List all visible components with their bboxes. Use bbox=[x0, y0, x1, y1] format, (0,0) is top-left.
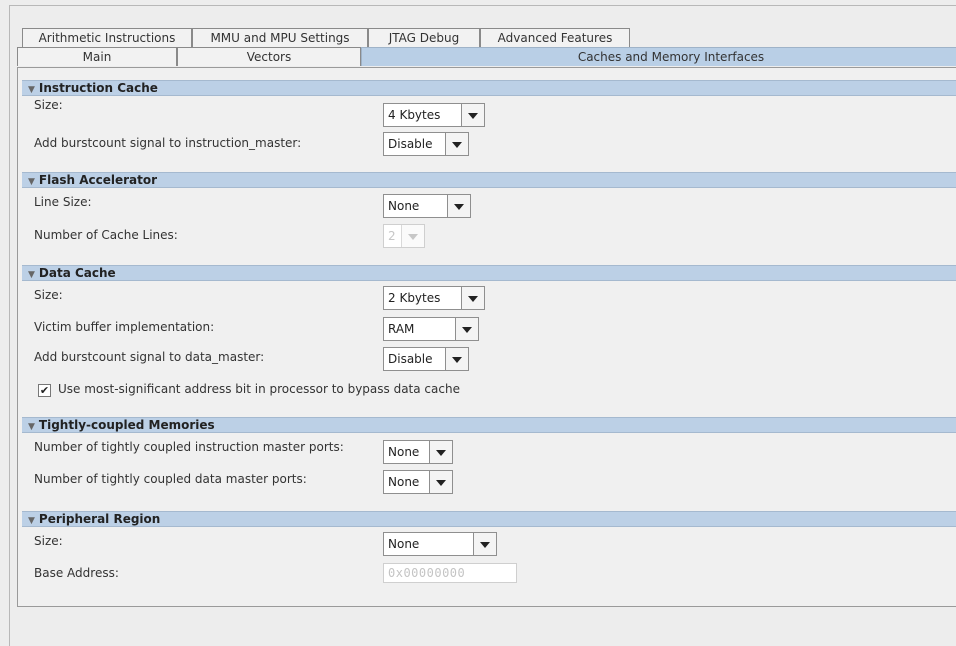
peripheral-base-address-field: 0x00000000 bbox=[383, 563, 517, 583]
collapse-triangle-icon[interactable]: ▼ bbox=[28, 270, 35, 280]
section-title: Instruction Cache bbox=[38, 81, 158, 95]
chevron-down-icon[interactable] bbox=[461, 287, 484, 309]
section-header-peripheral-region[interactable]: ▼ Peripheral Region bbox=[22, 511, 956, 527]
tcm-data-ports-label: Number of tightly coupled data master po… bbox=[34, 472, 307, 486]
select-value: None bbox=[388, 199, 420, 213]
select-value: 2 bbox=[388, 229, 396, 243]
tab-caches-memory-interfaces[interactable]: Caches and Memory Interfaces bbox=[361, 47, 956, 66]
instruction-cache-size-select[interactable]: 4 Kbytes bbox=[383, 103, 485, 127]
chevron-down-icon bbox=[401, 225, 424, 247]
instruction-burstcount-select[interactable]: Disable bbox=[383, 132, 469, 156]
tab-advanced-features[interactable]: Advanced Features bbox=[480, 28, 630, 47]
data-burstcount-select[interactable]: Disable bbox=[383, 347, 469, 371]
select-value: None bbox=[388, 445, 420, 459]
instruction-burstcount-label: Add burstcount signal to instruction_mas… bbox=[34, 136, 302, 150]
tab-arithmetic-instructions[interactable]: Arithmetic Instructions bbox=[22, 28, 192, 47]
flash-line-size-select[interactable]: None bbox=[383, 194, 471, 218]
collapse-triangle-icon[interactable]: ▼ bbox=[28, 85, 35, 95]
bypass-data-cache-label: Use most-significant address bit in proc… bbox=[58, 382, 460, 396]
data-cache-size-select[interactable]: 2 Kbytes bbox=[383, 286, 485, 310]
select-value: RAM bbox=[388, 322, 415, 336]
flash-cache-lines-select: 2 bbox=[383, 224, 425, 248]
section-title: Tightly-coupled Memories bbox=[38, 418, 215, 432]
data-cache-size-label: Size: bbox=[34, 288, 63, 302]
collapse-triangle-icon[interactable]: ▼ bbox=[28, 516, 35, 526]
chevron-down-icon[interactable] bbox=[429, 471, 452, 493]
tcm-instruction-ports-select[interactable]: None bbox=[383, 440, 453, 464]
chevron-down-icon[interactable] bbox=[455, 318, 478, 340]
peripheral-size-select[interactable]: None bbox=[383, 532, 497, 556]
chevron-down-icon[interactable] bbox=[445, 133, 468, 155]
section-header-instruction-cache[interactable]: ▼ Instruction Cache bbox=[22, 80, 956, 96]
section-title: Data Cache bbox=[38, 266, 116, 280]
collapse-triangle-icon[interactable]: ▼ bbox=[28, 422, 35, 432]
tab-jtag-debug[interactable]: JTAG Debug bbox=[368, 28, 480, 47]
peripheral-size-label: Size: bbox=[34, 534, 63, 548]
tcm-data-ports-select[interactable]: None bbox=[383, 470, 453, 494]
data-burstcount-label: Add burstcount signal to data_master: bbox=[34, 350, 265, 364]
chevron-down-icon[interactable] bbox=[445, 348, 468, 370]
section-header-tightly-coupled-memories[interactable]: ▼ Tightly-coupled Memories bbox=[22, 417, 956, 433]
chevron-down-icon[interactable] bbox=[429, 441, 452, 463]
select-value: Disable bbox=[388, 137, 433, 151]
tcm-instruction-ports-label: Number of tightly coupled instruction ma… bbox=[34, 440, 344, 454]
section-header-data-cache[interactable]: ▼ Data Cache bbox=[22, 265, 956, 281]
section-title: Peripheral Region bbox=[38, 512, 161, 526]
select-value: 2 Kbytes bbox=[388, 291, 441, 305]
select-value: Disable bbox=[388, 352, 433, 366]
tab-vectors[interactable]: Vectors bbox=[177, 47, 361, 66]
tab-mmu-mpu-settings[interactable]: MMU and MPU Settings bbox=[192, 28, 368, 47]
peripheral-base-address-label: Base Address: bbox=[34, 566, 119, 580]
chevron-down-icon[interactable] bbox=[461, 104, 484, 126]
instruction-cache-size-label: Size: bbox=[34, 98, 63, 112]
flash-line-size-label: Line Size: bbox=[34, 195, 92, 209]
chevron-down-icon[interactable] bbox=[447, 195, 470, 217]
flash-cache-lines-label: Number of Cache Lines: bbox=[34, 228, 178, 242]
section-title: Flash Accelerator bbox=[38, 173, 158, 187]
victim-buffer-select[interactable]: RAM bbox=[383, 317, 479, 341]
collapse-triangle-icon[interactable]: ▼ bbox=[28, 177, 35, 187]
victim-buffer-label: Victim buffer implementation: bbox=[34, 320, 215, 334]
select-value: None bbox=[388, 537, 420, 551]
select-value: 4 Kbytes bbox=[388, 108, 441, 122]
chevron-down-icon[interactable] bbox=[473, 533, 496, 555]
section-header-flash-accelerator[interactable]: ▼ Flash Accelerator bbox=[22, 172, 956, 188]
select-value: None bbox=[388, 475, 420, 489]
tab-main[interactable]: Main bbox=[17, 47, 177, 66]
bypass-data-cache-checkbox[interactable]: ✔ bbox=[38, 384, 51, 397]
